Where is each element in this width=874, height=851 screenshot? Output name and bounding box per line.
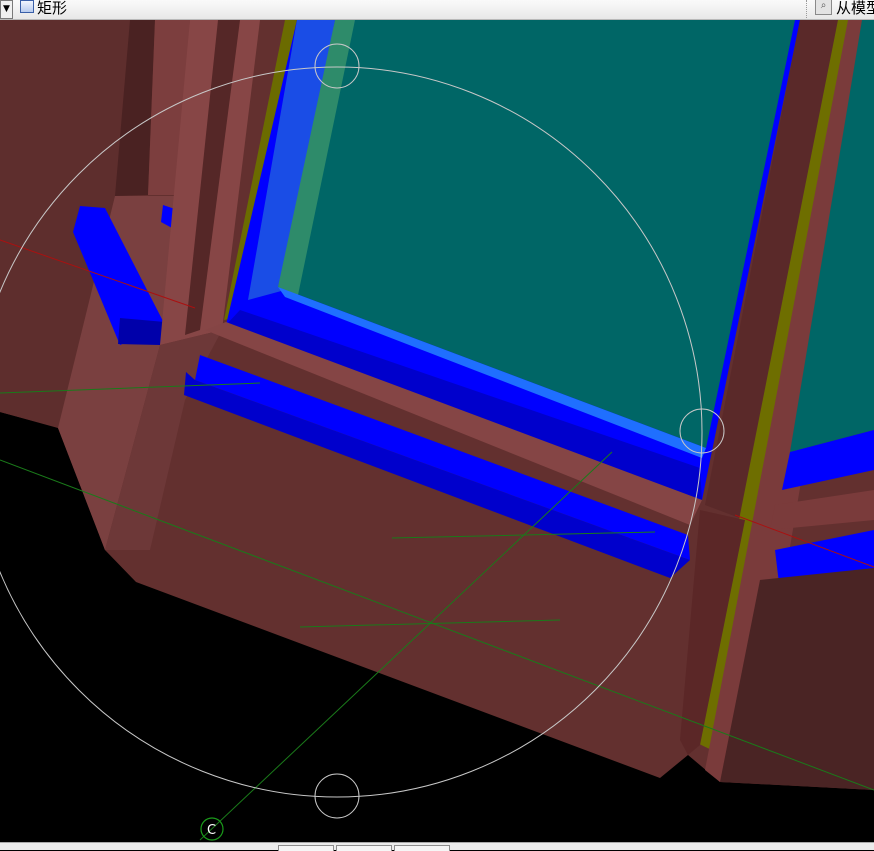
top-toolbar: ▼ 矩形 ⌕ 从模型 xyxy=(0,0,874,20)
dropdown-arrow-icon[interactable]: ▼ xyxy=(0,0,13,19)
status-tab-1[interactable] xyxy=(278,845,334,851)
snap-marker-label: C xyxy=(207,823,216,838)
3d-viewport[interactable]: C xyxy=(0,20,874,842)
from-model-button[interactable]: 从模型 xyxy=(836,0,874,18)
status-bar xyxy=(0,842,874,851)
magnifier-icon[interactable]: ⌕ xyxy=(815,0,832,15)
toolbar-separator xyxy=(806,0,808,18)
left-glazing-bead-end xyxy=(118,318,165,345)
rectangle-icon xyxy=(20,0,34,13)
shape-type-label[interactable]: 矩形 xyxy=(37,0,67,18)
status-tab-3[interactable] xyxy=(394,845,450,851)
status-tab-2[interactable] xyxy=(336,845,392,851)
